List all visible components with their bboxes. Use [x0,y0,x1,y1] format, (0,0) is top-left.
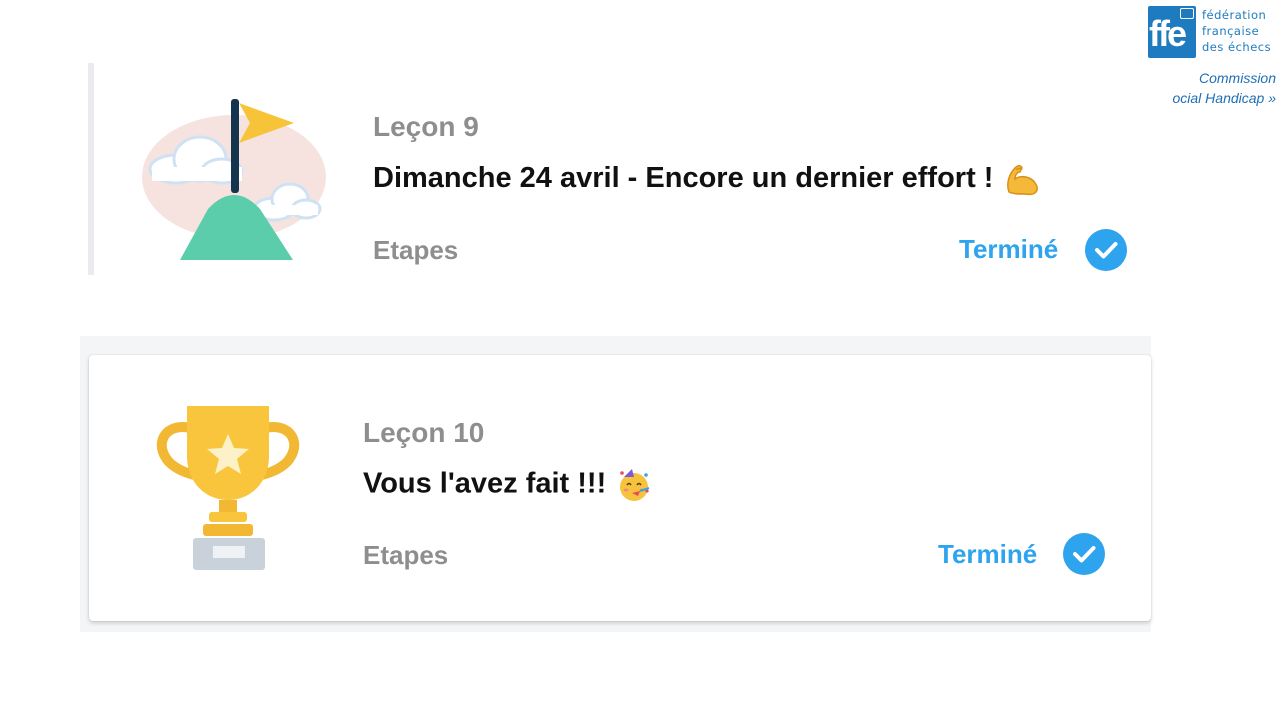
partying-face-icon [620,469,650,501]
commission-caption: Commission ocial Handicap » [1166,68,1280,108]
lesson-number: Leçon 10 [363,417,485,448]
check-circle-icon [1085,229,1127,271]
lesson-title-row: Dimanche 24 avril - Encore un dernier ef… [373,162,1041,196]
card-left-rule [88,63,94,275]
ffe-logo-line-3: des échecs [1202,40,1272,54]
chess-piece-icon [1180,8,1194,19]
ffe-logo: ffe fédération française des échecs [1148,6,1278,58]
commission-line-2: ocial Handicap » [1172,90,1276,106]
flexed-biceps-icon [1007,165,1039,196]
ffe-logo-mark: ffe [1148,6,1196,58]
steps-label[interactable]: Etapes [363,540,448,571]
lesson-card-10[interactable]: Leçon 10 Vous l'avez fait !!! Etapes Ter… [89,355,1151,621]
ffe-logo-line-2: française [1202,24,1260,38]
lesson-card-9[interactable]: Leçon 9 Dimanche 24 avril - Encore un de… [80,63,1150,275]
trophy-icon [156,406,300,570]
lesson-number: Leçon 9 [373,111,479,142]
status-label: Terminé [938,539,1038,569]
lesson-title-row: Vous l'avez fait !!! [363,467,652,503]
mountain-flag-icon [142,99,326,260]
ffe-logo-letters: ffe [1149,13,1187,54]
ffe-logo-words: fédération française des échecs [1202,7,1278,55]
lesson-title: Dimanche 24 avril - Encore un dernier ef… [373,162,994,194]
check-circle-icon [1063,533,1105,575]
status-label: Terminé [959,234,1059,264]
ffe-logo-line-1: fédération [1202,8,1267,22]
steps-label[interactable]: Etapes [373,235,458,266]
commission-line-1: Commission [1198,70,1276,86]
lesson-title: Vous l'avez fait !!! [363,467,607,500]
